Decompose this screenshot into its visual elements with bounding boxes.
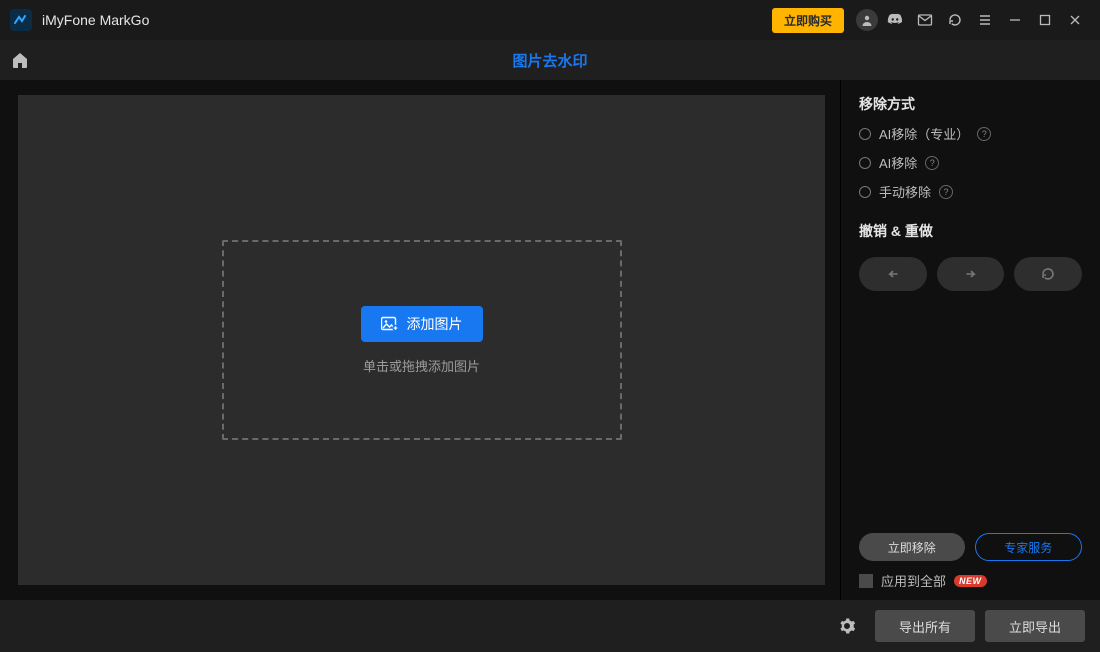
mail-icon[interactable] bbox=[912, 7, 938, 33]
help-icon[interactable]: ? bbox=[939, 185, 953, 199]
reset-button[interactable] bbox=[1014, 257, 1082, 291]
radio-ai[interactable]: AI移除 ? bbox=[859, 153, 1082, 172]
radio-label: AI移除（专业） bbox=[879, 124, 969, 143]
refresh-icon[interactable] bbox=[942, 7, 968, 33]
remove-now-button[interactable]: 立即移除 bbox=[859, 533, 965, 561]
removal-method-title: 移除方式 bbox=[859, 94, 1082, 114]
radio-icon bbox=[859, 128, 871, 140]
page-title: 图片去水印 bbox=[512, 50, 587, 71]
export-all-button[interactable]: 导出所有 bbox=[875, 610, 975, 642]
new-badge: NEW bbox=[954, 575, 987, 587]
canvas-container: 添加图片 单击或拖拽添加图片 bbox=[0, 80, 840, 600]
image-canvas[interactable]: 添加图片 单击或拖拽添加图片 bbox=[18, 95, 825, 585]
close-button[interactable] bbox=[1060, 5, 1090, 35]
apply-all-checkbox[interactable] bbox=[859, 574, 873, 588]
app-title: iMyFone MarkGo bbox=[42, 12, 149, 28]
image-plus-icon bbox=[381, 316, 399, 332]
undo-redo-row bbox=[859, 257, 1082, 291]
dropzone-hint: 单击或拖拽添加图片 bbox=[363, 356, 480, 375]
account-icon[interactable] bbox=[856, 9, 878, 31]
help-icon[interactable]: ? bbox=[977, 127, 991, 141]
action-row: 立即移除 专家服务 bbox=[859, 533, 1082, 561]
add-image-label: 添加图片 bbox=[407, 314, 463, 334]
radio-manual[interactable]: 手动移除 ? bbox=[859, 182, 1082, 201]
home-button[interactable] bbox=[0, 40, 40, 80]
add-image-button[interactable]: 添加图片 bbox=[361, 306, 483, 342]
maximize-button[interactable] bbox=[1030, 5, 1060, 35]
minimize-button[interactable] bbox=[1000, 5, 1030, 35]
radio-ai-pro[interactable]: AI移除（专业） ? bbox=[859, 124, 1082, 143]
undo-button[interactable] bbox=[859, 257, 927, 291]
dropzone[interactable]: 添加图片 单击或拖拽添加图片 bbox=[222, 240, 622, 440]
discord-icon[interactable] bbox=[882, 7, 908, 33]
redo-button[interactable] bbox=[937, 257, 1005, 291]
radio-icon bbox=[859, 157, 871, 169]
side-panel: 移除方式 AI移除（专业） ? AI移除 ? 手动移除 ? 撤销 & 重做 bbox=[840, 80, 1100, 600]
radio-icon bbox=[859, 186, 871, 198]
help-icon[interactable]: ? bbox=[925, 156, 939, 170]
radio-label: 手动移除 bbox=[879, 182, 931, 201]
menu-icon[interactable] bbox=[972, 7, 998, 33]
radio-label: AI移除 bbox=[879, 153, 917, 172]
title-bar: iMyFone MarkGo 立即购买 bbox=[0, 0, 1100, 40]
undo-redo-title: 撤销 & 重做 bbox=[859, 221, 1082, 241]
footer-bar: 导出所有 立即导出 bbox=[0, 600, 1100, 652]
sub-header: 图片去水印 bbox=[0, 40, 1100, 80]
app-logo bbox=[10, 9, 32, 31]
export-now-button[interactable]: 立即导出 bbox=[985, 610, 1085, 642]
apply-all-row[interactable]: 应用到全部 NEW bbox=[859, 571, 1082, 590]
settings-button[interactable] bbox=[833, 612, 861, 640]
main-area: 添加图片 单击或拖拽添加图片 移除方式 AI移除（专业） ? AI移除 ? 手动… bbox=[0, 80, 1100, 600]
buy-now-button[interactable]: 立即购买 bbox=[772, 8, 844, 33]
expert-service-button[interactable]: 专家服务 bbox=[975, 533, 1083, 561]
apply-all-label: 应用到全部 bbox=[881, 571, 946, 590]
